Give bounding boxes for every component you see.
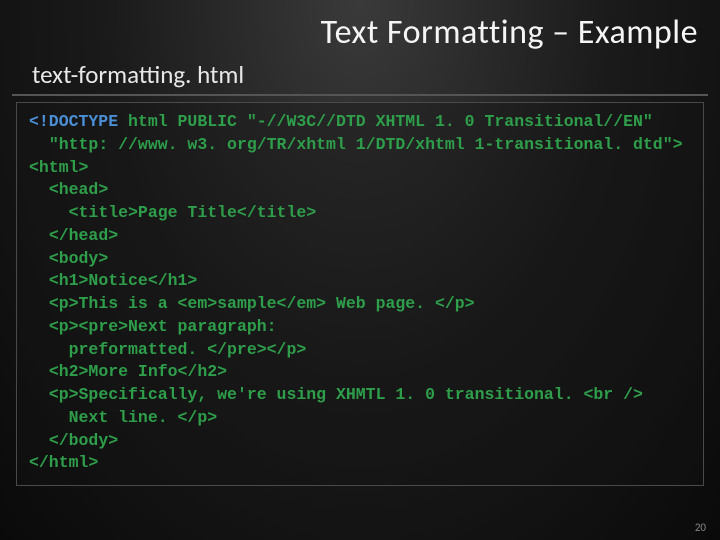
code-line: <!DOCTYPE html PUBLIC "-//W3C//DTD XHTML… xyxy=(29,111,691,134)
code-line: "http: //www. w3. org/TR/xhtml 1/DTD/xht… xyxy=(29,134,691,157)
code-box: <!DOCTYPE html PUBLIC "-//W3C//DTD XHTML… xyxy=(16,102,704,486)
code-line: </head> xyxy=(29,225,691,248)
slide-title: Text Formatting – Example xyxy=(0,0,720,59)
code-line: <h1>Notice</h1> xyxy=(29,270,691,293)
code-line: </body> xyxy=(29,430,691,453)
code-line: <html> xyxy=(29,157,691,180)
code-line: <head> xyxy=(29,179,691,202)
code-line: </html> xyxy=(29,452,691,475)
page-number: 20 xyxy=(695,521,706,534)
code-line: <p><pre>Next paragraph: xyxy=(29,316,691,339)
filename-label: text-formatting. html xyxy=(12,59,708,96)
code-block: <!DOCTYPE html PUBLIC "-//W3C//DTD XHTML… xyxy=(29,111,691,475)
code-line: <p>Specifically, we're using XHMTL 1. 0 … xyxy=(29,384,691,407)
code-line: <body> xyxy=(29,248,691,271)
code-line: <title>Page Title</title> xyxy=(29,202,691,225)
code-line: <h2>More Info</h2> xyxy=(29,361,691,384)
code-line: preformatted. </pre></p> xyxy=(29,339,691,362)
code-line: <p>This is a <em>sample</em> Web page. <… xyxy=(29,293,691,316)
code-line: Next line. </p> xyxy=(29,407,691,430)
